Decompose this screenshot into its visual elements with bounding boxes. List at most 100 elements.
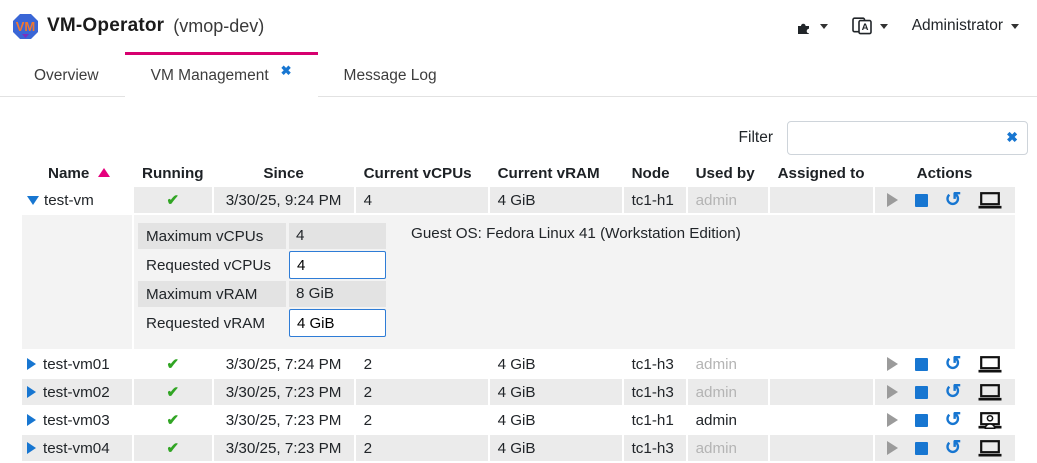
vm-node: tc1-h3 [624,379,686,405]
expand-row-icon[interactable] [27,414,36,426]
start-vm-icon[interactable] [887,193,898,207]
tab-message-log[interactable]: Message Log [318,52,463,97]
stop-vm-icon[interactable] [915,386,928,399]
collapse-row-icon[interactable] [27,196,39,205]
vm-current-vcpus: 2 [356,435,488,461]
tab-label: Message Log [344,67,437,85]
running-check-icon: ✔ [167,356,180,373]
tab-overview[interactable]: Overview [8,52,125,97]
user-menu-button[interactable]: Administrator [912,17,1019,35]
svg-text:VM: VM [16,19,36,34]
table-row: test-vm✔3/30/25, 9:24 PM44 GiBtc1-h1admi… [22,187,1015,213]
filter-clear-icon[interactable]: ✖ [1006,129,1018,146]
column-header-actions: Actions [875,161,1015,185]
vm-current-vram: 4 GiB [490,351,622,377]
vm-current-vram: 4 GiB [490,187,622,213]
start-vm-icon[interactable] [887,441,898,455]
vm-used-by: admin [688,187,768,213]
vm-since: 3/30/25, 7:24 PM [214,351,354,377]
app-header: VM VM-Operator (vmop-dev) A Admi [0,0,1037,52]
stop-vm-icon[interactable] [915,194,928,207]
maximum-vram-label: Maximum vRAM [138,281,286,307]
language-menu-button[interactable]: A [852,17,888,35]
vm-node: tc1-h1 [624,187,686,213]
app-subtitle: (vmop-dev) [173,16,264,37]
console-icon[interactable] [978,440,1002,457]
tab-close-icon[interactable]: ✖ [281,63,292,79]
start-vm-icon[interactable] [887,357,898,371]
caret-down-icon [880,24,888,29]
maximum-vcpus-label: Maximum vCPUs [138,223,286,249]
vm-since: 3/30/25, 7:23 PM [214,407,354,433]
vm-assigned-to [770,351,873,377]
start-vm-icon[interactable] [887,413,898,427]
stop-vm-icon[interactable] [915,358,928,371]
column-header-current-vcpus[interactable]: Current vCPUs [356,161,488,185]
column-header-name[interactable]: Name [22,161,132,185]
vm-current-vcpus: 2 [356,351,488,377]
console-user-icon[interactable] [978,412,1002,429]
expand-row-icon[interactable] [27,358,36,370]
vm-detail-row: Maximum vCPUs4Requested vCPUsMaximum vRA… [22,215,1015,349]
tab-label: Overview [34,67,99,85]
running-check-icon: ✔ [167,412,180,429]
components-menu-button[interactable] [795,18,828,35]
vm-current-vram: 4 GiB [490,435,622,461]
column-header-current-vram[interactable]: Current vRAM [490,161,622,185]
column-header-running[interactable]: Running [134,161,212,185]
reset-vm-icon[interactable]: ↺ [945,192,962,208]
filter-label: Filter [739,129,773,147]
vm-node: tc1-h3 [624,435,686,461]
tab-label: VM Management [151,67,269,85]
requested-vcpus-input[interactable] [289,251,386,279]
vm-assigned-to [770,187,873,213]
vm-current-vram: 4 GiB [490,407,622,433]
vm-name: test-vm02 [43,384,110,401]
maximum-vcpus-value: 4 [289,223,386,249]
reset-vm-icon[interactable]: ↺ [945,356,962,372]
vm-used-by: admin [688,351,768,377]
filter-input[interactable] [787,121,1028,155]
expand-row-icon[interactable] [27,386,36,398]
vm-current-vcpus: 2 [356,379,488,405]
vm-used-by: admin [688,407,768,433]
vm-since: 3/30/25, 7:23 PM [214,379,354,405]
column-header-used-by[interactable]: Used by [688,161,768,185]
running-check-icon: ✔ [167,384,180,401]
sort-ascending-icon [98,168,110,177]
vm-operator-logo-icon: VM [12,13,39,40]
vm-since: 3/30/25, 9:24 PM [214,187,354,213]
expand-row-icon[interactable] [27,442,36,454]
vm-table: Name Running Since Current vCPUs Current… [20,159,1017,463]
app-title: VM-Operator [47,15,164,37]
vm-used-by: admin [688,379,768,405]
stop-vm-icon[interactable] [915,414,928,427]
table-row: test-vm04✔3/30/25, 7:23 PM24 GiBtc1-h3ad… [22,435,1015,461]
requested-vram-input[interactable] [289,309,386,337]
running-check-icon: ✔ [167,192,180,209]
caret-down-icon [820,24,828,29]
reset-vm-icon[interactable]: ↺ [945,440,962,456]
vm-current-vcpus: 2 [356,407,488,433]
column-header-since[interactable]: Since [214,161,354,185]
console-icon[interactable] [978,384,1002,401]
stop-vm-icon[interactable] [915,442,928,455]
caret-down-icon [1011,24,1019,29]
guest-os-text: Guest OS: Fedora Linux 41 (Workstation E… [411,221,741,242]
table-header-row: Name Running Since Current vCPUs Current… [22,161,1015,185]
tab-vm-management[interactable]: VM Management ✖ [125,52,318,97]
vm-node: tc1-h1 [624,407,686,433]
console-icon[interactable] [978,192,1002,209]
start-vm-icon[interactable] [887,385,898,399]
console-icon[interactable] [978,356,1002,373]
vm-node: tc1-h3 [624,351,686,377]
vm-name: test-vm04 [43,440,110,457]
reset-vm-icon[interactable]: ↺ [945,384,962,400]
vm-since: 3/30/25, 7:23 PM [214,435,354,461]
column-header-assigned-to[interactable]: Assigned to [770,161,873,185]
table-row: test-vm03✔3/30/25, 7:23 PM24 GiBtc1-h1ad… [22,407,1015,433]
vm-assigned-to [770,379,873,405]
reset-vm-icon[interactable]: ↺ [945,412,962,428]
column-header-node[interactable]: Node [624,161,686,185]
filter-row: Filter ✖ [0,121,1028,155]
